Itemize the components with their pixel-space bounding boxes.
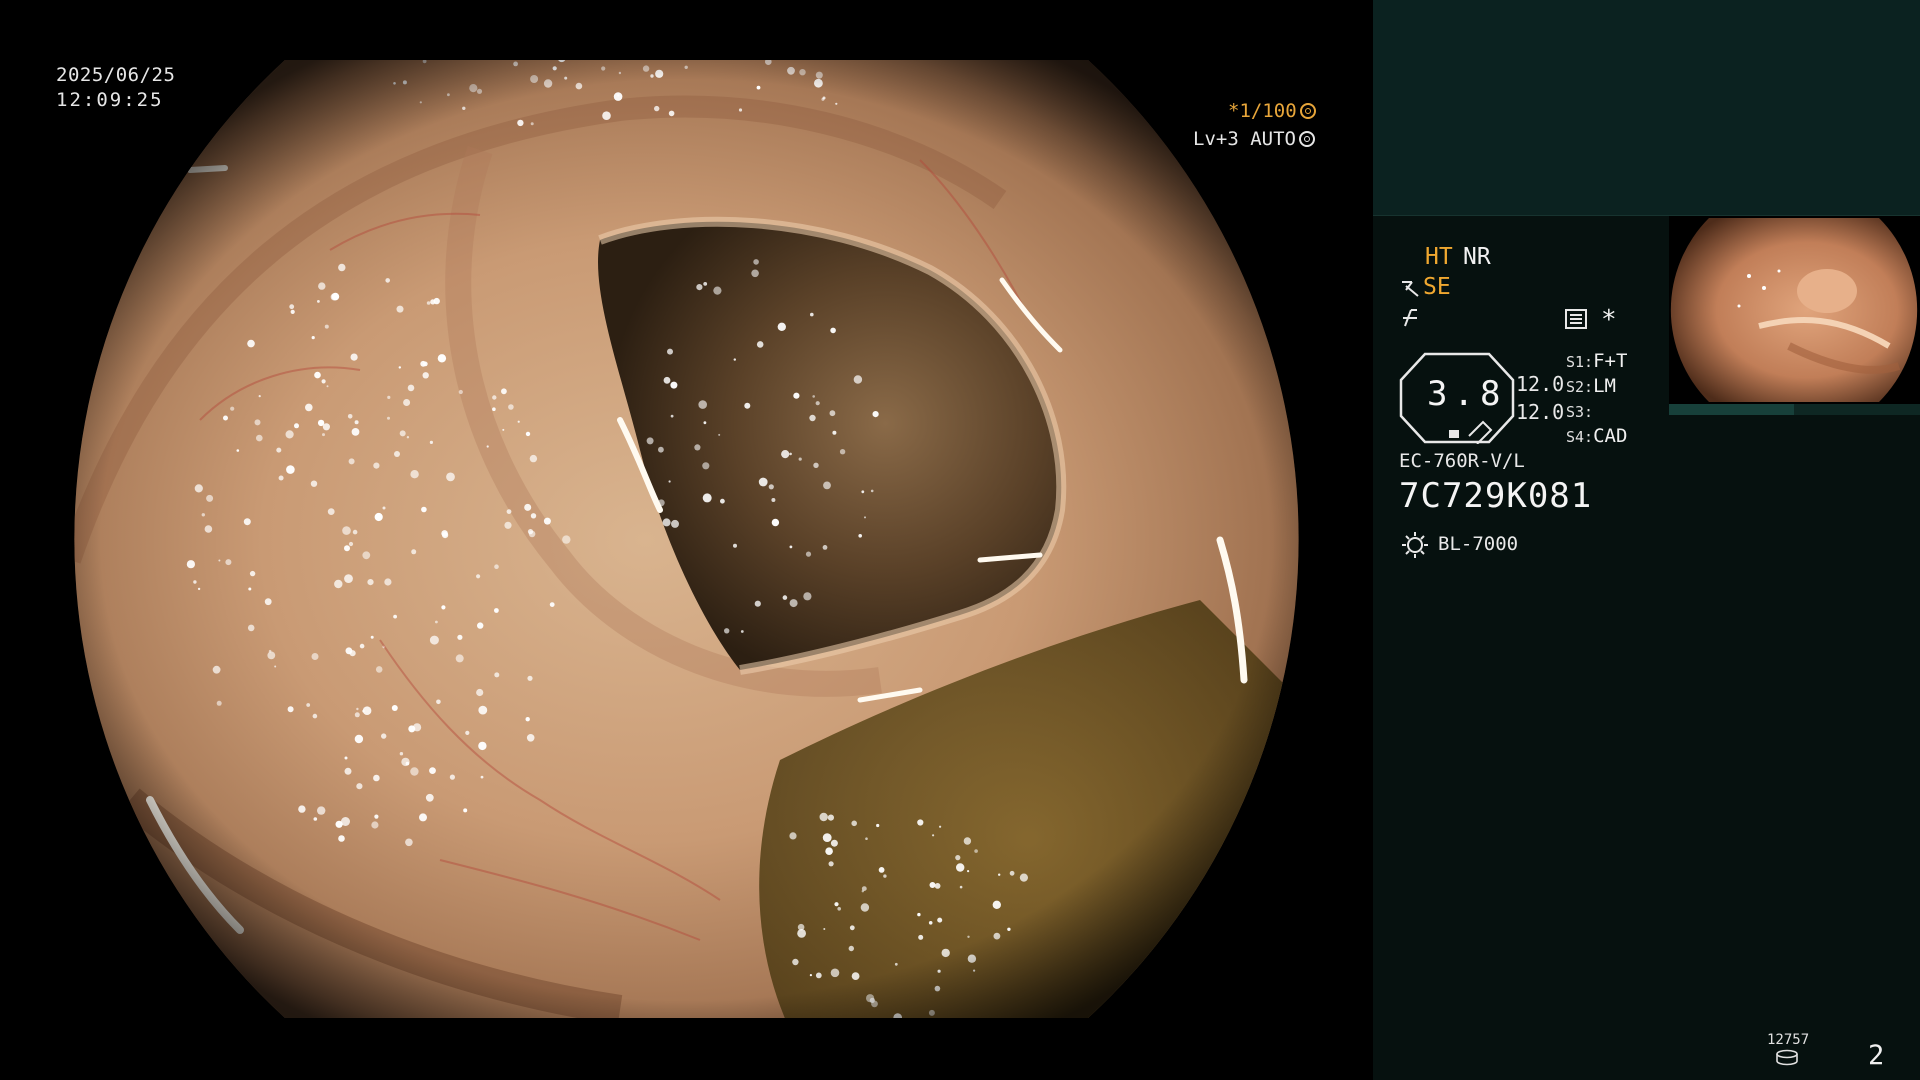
switch-s2: S2:LM (1566, 375, 1616, 397)
scope-serial: 7C729K081 (1399, 476, 1593, 516)
image-count: 12757 (1767, 1032, 1810, 1048)
disk-icon (1776, 1049, 1798, 1066)
scope-model: EC-760R-V/L (1399, 450, 1525, 472)
switch-key: S1: (1566, 353, 1594, 371)
exam-time: 12:09:25 (56, 89, 164, 111)
aperture-icon (1299, 103, 1316, 119)
bubble-highlight (619, 49, 625, 55)
se-mode-label: SE (1423, 274, 1451, 300)
nr-mode-label: NR (1463, 244, 1491, 270)
light-source-icon (1402, 532, 1428, 558)
switch-key: S2: (1566, 378, 1594, 396)
setting-value-1: 12.0 (1516, 372, 1565, 396)
endoscope-image (74, 49, 1299, 1018)
captured-image-thumbnail[interactable] (1669, 216, 1920, 415)
exposure-level: Lv+3 AUTO (1193, 128, 1315, 150)
info-panel: HT NR SE * 3.8 12.0 12.0 S1:F+T S2:LM S3… (1373, 0, 1920, 1080)
ht-mode-label: HT (1425, 244, 1453, 270)
thumbnail-status-accent (1669, 404, 1794, 415)
thumbnail-image (1670, 218, 1918, 402)
endoscope-live-view: 2025/06/25 12:09:25 *1/100 Lv+3 AUTO (0, 0, 1373, 1080)
switch-value: LM (1593, 375, 1616, 397)
level-value: Lv+3 AUTO (1193, 128, 1296, 150)
zoom-value: 3.8 (1427, 374, 1507, 414)
switch-s1: S1:F+T (1566, 350, 1627, 372)
switch-s4: S4:CAD (1566, 425, 1627, 447)
thumbnail-status-bar (1669, 404, 1920, 415)
patient-info-box (1373, 0, 1920, 216)
menu-list-icon (1565, 309, 1587, 329)
freeze-icon (1403, 309, 1417, 327)
switch-key: S3: (1566, 403, 1594, 421)
asterisk-indicator: * (1601, 305, 1617, 335)
shutter-speed: *1/100 (1228, 100, 1316, 122)
light-source-model: BL-7000 (1438, 533, 1519, 555)
switch-value: F+T (1593, 350, 1628, 372)
iris-icon (1298, 131, 1315, 147)
switch-key: S4: (1566, 428, 1594, 446)
setting-value-2: 12.0 (1516, 400, 1565, 424)
shutter-value: *1/100 (1228, 100, 1297, 122)
exam-date: 2025/06/25 (56, 64, 176, 86)
switch-value: CAD (1593, 425, 1628, 447)
structure-enhance-icon (1402, 281, 1419, 297)
switch-s3: S3: (1566, 400, 1593, 422)
endoscopy-screen: 2025/06/25 12:09:25 *1/100 Lv+3 AUTO HT … (0, 0, 1920, 1080)
page-number: 2 (1868, 1040, 1885, 1071)
bubble-highlight (736, 55, 740, 59)
